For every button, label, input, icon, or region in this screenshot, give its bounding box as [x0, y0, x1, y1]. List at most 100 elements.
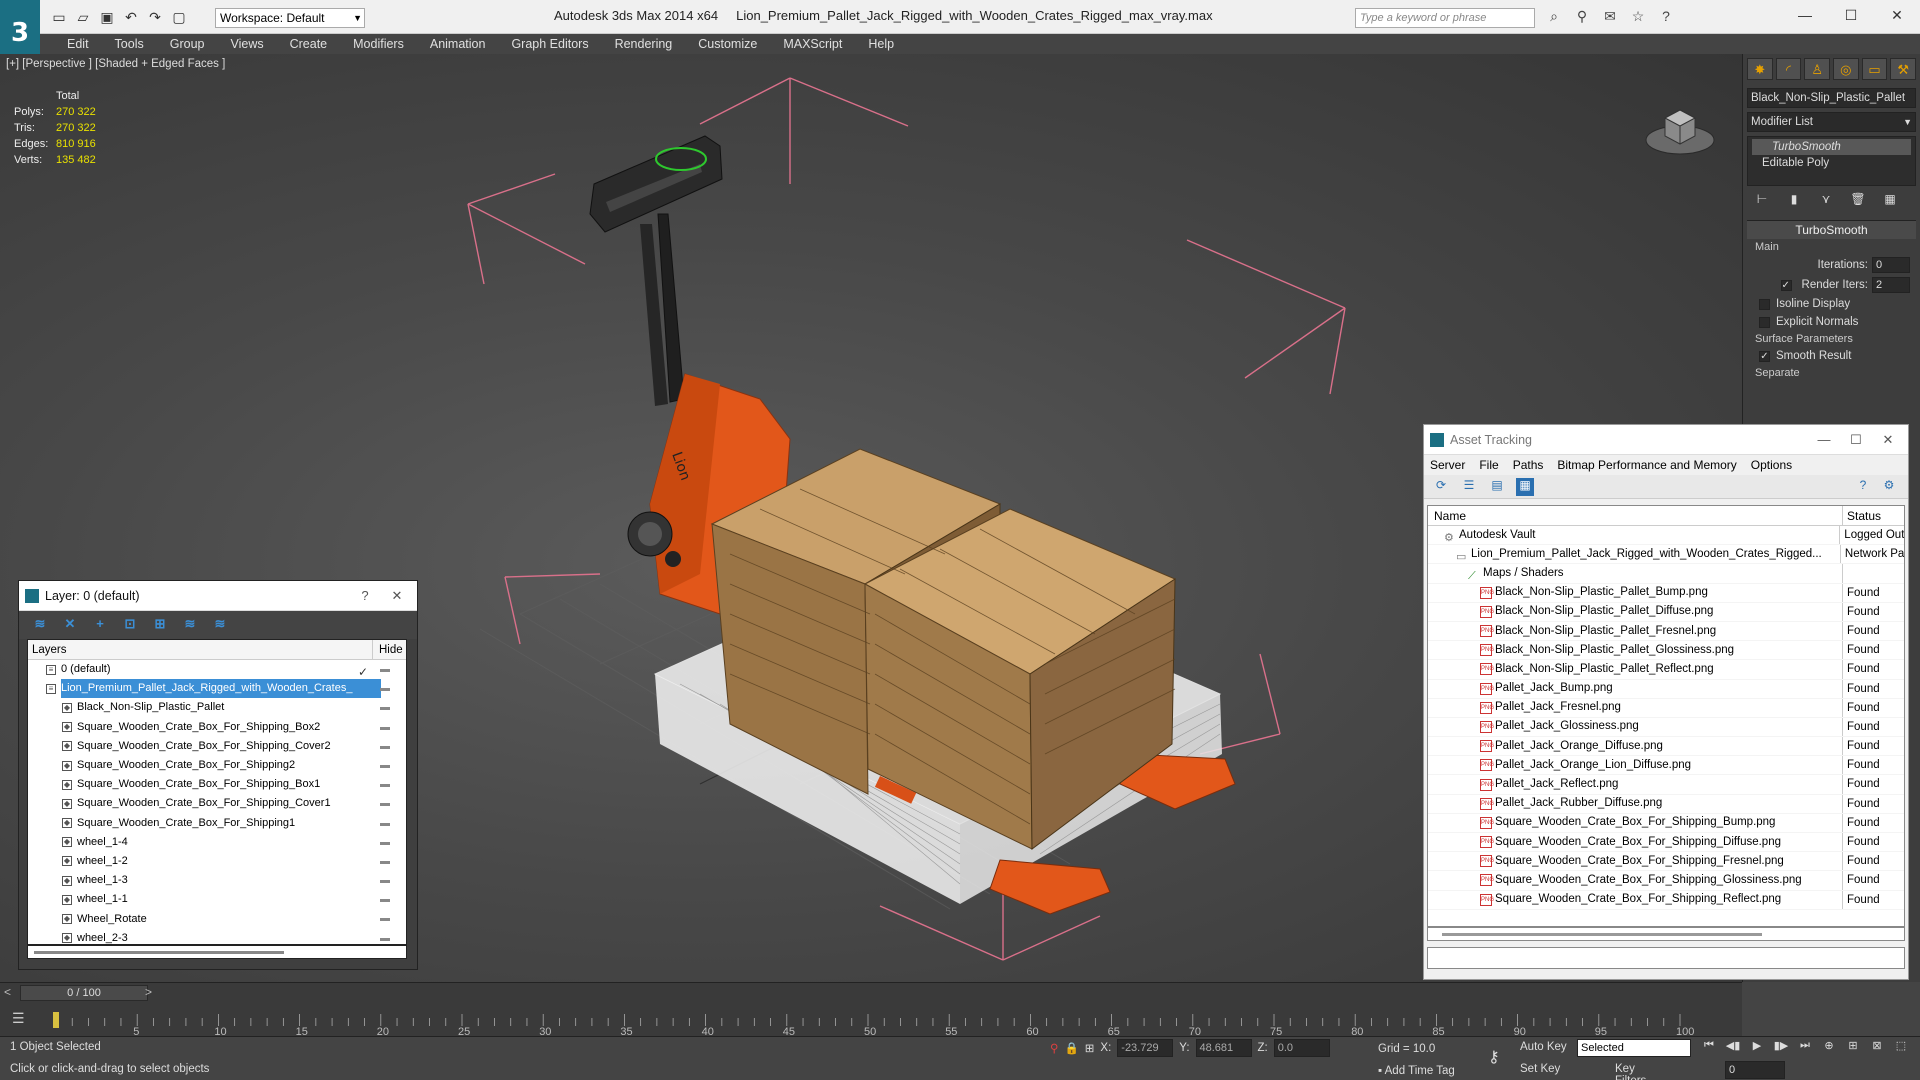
x-coord-field[interactable]: -23.729 [1117, 1039, 1174, 1057]
help-icon[interactable]: ? [1657, 8, 1675, 26]
asset-row[interactable]: PNG Black_Non-Slip_Plastic_Pallet_Fresnel… [1428, 621, 1904, 642]
render-iters-checkbox[interactable]: ✓ [1780, 279, 1792, 291]
rollout-title[interactable]: TurboSmooth [1747, 221, 1916, 239]
highlight-layer-icon[interactable]: ⊞ [151, 616, 169, 634]
time-slider[interactable]: < 0 / 100 > [0, 982, 1742, 1002]
hide-all-icon[interactable]: ≋ [181, 616, 199, 634]
layer-list-scrollbar[interactable] [27, 945, 407, 959]
asset-row[interactable]: PNG Pallet_Jack_Orange_Lion_Diffuse.png Fo… [1428, 756, 1904, 776]
asset-row[interactable]: PNG Square_Wooden_Crate_Box_For_Shipping_… [1428, 871, 1904, 891]
asset-row[interactable]: PNG Square_Wooden_Crate_Box_For_Shipping_… [1428, 813, 1904, 833]
layer-row[interactable]: ≡ 0 (default) ✓ ▬ [28, 660, 406, 679]
configure-sets-icon[interactable]: ▦ [1879, 192, 1901, 212]
layer-row[interactable]: ◆ Square_Wooden_Crate_Box_For_Shipping_Co… [28, 794, 406, 813]
utilities-tab-icon[interactable]: ⚒ [1890, 58, 1917, 80]
maximize-icon[interactable]: ☐ [1828, 0, 1874, 30]
maximize-icon[interactable]: ☐ [1840, 425, 1872, 455]
layer-row[interactable]: ◆ wheel_1-4 ▬ [28, 833, 406, 852]
menu-server[interactable]: Server [1430, 455, 1465, 475]
help-icon[interactable]: ? [1854, 478, 1872, 496]
layer-row[interactable]: ◆ wheel_1-2 ▬ [28, 852, 406, 871]
viewport-label[interactable]: [+] [Perspective ] [Shaded + Edged Faces… [6, 58, 225, 70]
hide-toggle[interactable]: ▬ [380, 833, 390, 852]
asset-row[interactable]: PNG Black_Non-Slip_Plastic_Pallet_Glossin… [1428, 641, 1904, 661]
menu-modifiers[interactable]: Modifiers [340, 34, 417, 54]
time-slider-knob[interactable]: 0 / 100 [20, 985, 148, 1001]
asset-row[interactable]: PNG Pallet_Jack_Orange_Diffuse.png Found [1428, 737, 1904, 757]
key-filters-button[interactable]: Key Filters... [1615, 1063, 1656, 1080]
smooth-result-checkbox[interactable]: ✓ [1759, 350, 1770, 362]
menu-maxscript[interactable]: MAXScript [770, 34, 855, 54]
zoom-all-icon[interactable]: ⊞ [1844, 1039, 1862, 1057]
asset-row[interactable]: PNG Black_Non-Slip_Plastic_Pallet_Diffuse… [1428, 602, 1904, 622]
asset-path-field[interactable] [1427, 947, 1905, 969]
current-frame-marker[interactable] [53, 1012, 59, 1028]
time-slider-right-arrow-icon[interactable]: > [145, 985, 152, 999]
menu-group[interactable]: Group [157, 34, 218, 54]
play-icon[interactable]: ▶ [1748, 1039, 1766, 1057]
display-tab-icon[interactable]: ▭ [1861, 58, 1888, 80]
redo-icon[interactable]: ↷ [146, 8, 164, 26]
menu-help[interactable]: Help [855, 34, 907, 54]
add-time-tag[interactable]: ▪ Add Time Tag [1378, 1065, 1455, 1077]
hide-toggle[interactable]: ▬ [380, 756, 390, 775]
stack-item-editable-poly[interactable]: Editable Poly [1752, 155, 1911, 171]
isolate-icon[interactable]: ⚲ [1050, 1041, 1058, 1055]
new-file-icon[interactable]: ▭ [50, 8, 68, 26]
pin-stack-icon[interactable]: ⊢ [1751, 192, 1773, 212]
hide-toggle[interactable]: ▬ [380, 660, 390, 679]
layer-row[interactable]: ◆ Square_Wooden_Crate_Box_For_Shipping_Co… [28, 737, 406, 756]
save-icon[interactable]: ▣ [98, 8, 116, 26]
previous-frame-icon[interactable]: ◀▮ [1724, 1039, 1742, 1057]
menu-paths[interactable]: Paths [1513, 455, 1544, 475]
asset-row[interactable]: PNG Square_Wooden_Crate_Box_For_Shipping_… [1428, 890, 1904, 910]
layer-row[interactable]: ◆ Black_Non-Slip_Plastic_Pallet ▬ [28, 698, 406, 717]
select-objects-icon[interactable]: ⊡ [121, 616, 139, 634]
go-to-start-icon[interactable]: ⏮ [1700, 1039, 1718, 1057]
close-icon[interactable]: ✕ [381, 581, 413, 611]
hide-toggle[interactable]: ▬ [380, 718, 390, 737]
grid-view-icon[interactable]: ▦ [1516, 477, 1534, 496]
workspace-dropdown[interactable]: Workspace: Default ▼ [215, 8, 365, 28]
remove-modifier-icon[interactable]: 🗑 [1847, 192, 1869, 212]
add-layer-icon[interactable]: + [91, 616, 109, 634]
motion-tab-icon[interactable]: ◎ [1833, 58, 1859, 80]
close-icon[interactable]: ✕ [1874, 0, 1920, 30]
show-end-result-icon[interactable]: ▮ [1783, 192, 1805, 212]
list-view-icon[interactable]: ☰ [1460, 478, 1478, 496]
asset-row[interactable]: PNG Black_Non-Slip_Plastic_Pallet_Reflect… [1428, 660, 1904, 680]
menu-create[interactable]: Create [277, 34, 341, 54]
refresh-icon[interactable]: ⟳ [1432, 478, 1450, 496]
column-layers[interactable]: Layers [28, 640, 373, 659]
menu-file[interactable]: File [1479, 455, 1498, 475]
zoom-extents-icon[interactable]: ⊠ [1868, 1039, 1886, 1057]
hide-toggle[interactable]: ▬ [380, 929, 390, 944]
layer-row[interactable]: ◆ Square_Wooden_Crate_Box_For_Shipping_Bo… [28, 718, 406, 737]
minimize-icon[interactable]: — [1782, 0, 1828, 30]
hide-toggle[interactable]: ▬ [380, 698, 390, 717]
menu-tools[interactable]: Tools [102, 34, 157, 54]
key-icon[interactable]: ⚷ [1488, 1047, 1500, 1067]
menu-bitmap-performance[interactable]: Bitmap Performance and Memory [1557, 455, 1736, 475]
delete-layer-icon[interactable]: ✕ [61, 616, 79, 634]
layer-window-titlebar[interactable]: Layer: 0 (default) ? ✕ [19, 581, 417, 611]
modifier-list-dropdown[interactable]: Modifier List ▼ [1747, 112, 1916, 132]
modify-tab-icon[interactable]: ◜ [1775, 58, 1802, 80]
track-bar[interactable]: ☰ 5 10 15 20 25 30 35 40 45 50 55 60 65 70 75 80 85 90 95 1… [0, 1002, 1742, 1036]
asset-row[interactable]: ▭ Lion_Premium_Pallet_Jack_Rigged_with_Wo… [1428, 545, 1904, 565]
hierarchy-tab-icon[interactable]: ♙ [1804, 58, 1831, 80]
iterations-input[interactable]: 0 [1872, 257, 1910, 273]
layer-row[interactable]: ◆ wheel_1-3 ▬ [28, 871, 406, 890]
layer-row[interactable]: ◆ Square_Wooden_Crate_Box_For_Shipping1 ▬ [28, 814, 406, 833]
absolute-mode-icon[interactable]: ⊞ [1085, 1041, 1095, 1055]
hide-toggle[interactable]: ▬ [380, 871, 390, 890]
scrollbar-thumb[interactable] [1442, 933, 1762, 936]
hide-toggle[interactable]: ▬ [380, 852, 390, 871]
key-mode-dropdown[interactable]: Selected [1577, 1039, 1691, 1057]
hide-toggle[interactable]: ▬ [380, 890, 390, 909]
open-file-icon[interactable]: ▱ [74, 8, 92, 26]
asset-row[interactable]: ⚙ Autodesk Vault Logged Out [1428, 526, 1904, 546]
menu-views[interactable]: Views [217, 34, 276, 54]
asset-row[interactable]: ⟋ Maps / Shaders [1428, 564, 1904, 584]
hide-toggle[interactable]: ▬ [380, 794, 390, 813]
